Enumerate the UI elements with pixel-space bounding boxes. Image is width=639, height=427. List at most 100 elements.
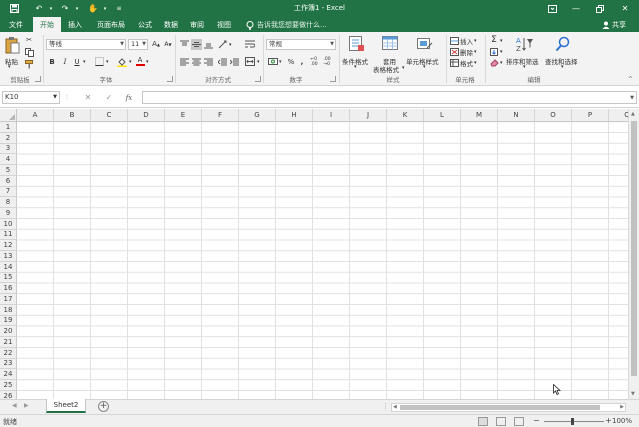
row-header[interactable]: 16 xyxy=(0,283,17,294)
row-header[interactable]: 17 xyxy=(0,294,17,305)
delete-cells-label[interactable]: 删除 xyxy=(460,47,473,57)
column-header[interactable]: N xyxy=(498,109,535,122)
share-button[interactable]: 共享 xyxy=(602,19,626,31)
align-left-icon[interactable] xyxy=(179,56,190,67)
delete-dropdown-icon[interactable]: ▾ xyxy=(474,49,477,55)
sheet-tab[interactable]: Sheet2 xyxy=(46,399,86,413)
row-header[interactable]: 21 xyxy=(0,337,17,348)
merge-dropdown-icon[interactable]: ▾ xyxy=(257,59,260,65)
insert-dropdown-icon[interactable]: ▾ xyxy=(474,38,477,44)
row-header[interactable]: 3 xyxy=(0,143,17,155)
copy-icon[interactable] xyxy=(24,47,36,57)
tab-page-layout[interactable]: 页面布局 xyxy=(90,17,132,32)
row-header[interactable]: 18 xyxy=(0,304,17,316)
worksheet-grid[interactable]: ABCDEFGHIJKLMNOPQ 1 2 3 4 5 6 7 8 9 10 11 12 13 14 15 1… xyxy=(0,109,628,399)
row-header[interactable]: 26 xyxy=(0,390,17,399)
column-header[interactable]: F xyxy=(202,109,239,122)
fill-dropdown-icon[interactable]: ▾ xyxy=(500,49,503,55)
tab-data[interactable]: 数据 xyxy=(160,17,182,32)
number-launcher-icon[interactable] xyxy=(330,76,336,82)
vertical-scroll-thumb[interactable] xyxy=(631,121,637,376)
paste-icon[interactable] xyxy=(4,35,20,55)
column-header[interactable]: P xyxy=(572,109,609,122)
column-header[interactable]: K xyxy=(387,109,424,122)
font-size-combo[interactable]: 11 ▼ xyxy=(128,39,148,50)
row-header[interactable]: 23 xyxy=(0,358,17,370)
merge-center-icon[interactable] xyxy=(244,56,256,67)
column-header[interactable]: Q xyxy=(609,109,628,122)
formula-input[interactable] xyxy=(142,91,637,104)
restore-icon[interactable] xyxy=(589,1,611,16)
clipboard-launcher-icon[interactable] xyxy=(35,76,41,82)
column-header[interactable]: L xyxy=(424,109,461,122)
middle-align-icon[interactable] xyxy=(191,39,202,50)
column-header[interactable]: H xyxy=(276,109,313,122)
row-header[interactable]: 5 xyxy=(0,165,17,176)
tab-file[interactable]: 文件 xyxy=(2,17,30,32)
conditional-dropdown-icon[interactable]: ▾ xyxy=(354,64,357,70)
format-as-table-icon[interactable] xyxy=(380,35,400,53)
formula-bar-resize-icon[interactable]: ⋮ xyxy=(64,91,70,104)
column-header[interactable]: C xyxy=(91,109,128,122)
paste-dropdown-icon[interactable]: ▾ xyxy=(8,64,11,70)
zoom-in-icon[interactable]: + xyxy=(605,416,612,425)
autosum-icon[interactable]: Σ xyxy=(489,35,499,45)
align-right-icon[interactable] xyxy=(203,56,214,67)
insert-cells-icon[interactable] xyxy=(449,36,459,45)
row-header[interactable]: 22 xyxy=(0,347,17,359)
cell-area[interactable] xyxy=(17,122,628,399)
name-box[interactable]: K10 ▼ xyxy=(2,91,60,104)
page-break-view-icon[interactable] xyxy=(514,417,524,426)
accounting-format-icon[interactable] xyxy=(267,56,279,67)
paste-label[interactable]: 粘贴 xyxy=(5,56,18,66)
delete-cells-icon[interactable] xyxy=(449,47,459,56)
row-header[interactable]: 6 xyxy=(0,175,17,187)
enter-entry-button[interactable]: ✓ xyxy=(103,91,115,104)
comma-button[interactable]: , xyxy=(298,56,306,67)
row-header[interactable]: 10 xyxy=(0,218,17,230)
expand-formula-bar-icon[interactable]: ▼ xyxy=(628,91,636,104)
page-layout-view-icon[interactable] xyxy=(496,417,506,426)
bottom-align-icon[interactable] xyxy=(203,39,214,50)
decrease-decimal-icon[interactable]: .00 →0 xyxy=(321,56,333,67)
prev-sheet-icon[interactable]: ◀ xyxy=(12,402,17,409)
decrease-indent-icon[interactable] xyxy=(217,56,228,67)
next-sheet-icon[interactable]: ▶ xyxy=(24,402,29,409)
fill-down-icon[interactable] xyxy=(489,47,499,56)
column-header[interactable]: B xyxy=(54,109,91,122)
column-header[interactable]: E xyxy=(165,109,202,122)
format-cells-icon[interactable] xyxy=(449,58,459,67)
format-dropdown-icon[interactable]: ▾ xyxy=(474,60,477,66)
row-header[interactable]: 7 xyxy=(0,186,17,198)
horizontal-scroll-thumb[interactable] xyxy=(400,405,600,410)
fill-dropdown-icon[interactable]: ▾ xyxy=(129,59,132,65)
conditional-format-icon[interactable] xyxy=(347,35,367,53)
vertical-scrollbar[interactable]: ▲ ▼ xyxy=(628,109,639,399)
zoom-out-icon[interactable]: − xyxy=(533,416,540,425)
column-header[interactable]: J xyxy=(350,109,387,122)
select-all-corner[interactable] xyxy=(0,109,17,122)
row-header[interactable]: 9 xyxy=(0,208,17,219)
format-table-label-2[interactable]: 表格格式 xyxy=(373,64,399,74)
grow-font-icon[interactable]: A ▲ xyxy=(151,38,161,50)
tab-formulas[interactable]: 公式 xyxy=(134,17,156,32)
clear-eraser-icon[interactable] xyxy=(489,58,499,67)
tab-view[interactable]: 视图 xyxy=(213,17,235,32)
insert-cells-label[interactable]: 插入 xyxy=(460,36,473,46)
accounting-dropdown-icon[interactable]: ▾ xyxy=(279,59,282,65)
orientation-icon[interactable] xyxy=(217,39,229,50)
row-header[interactable]: 14 xyxy=(0,261,17,273)
clear-dropdown-icon[interactable]: ▾ xyxy=(500,60,503,66)
scroll-down-icon[interactable]: ▼ xyxy=(631,391,635,397)
horizontal-scrollbar[interactable]: ◀ ▶ xyxy=(391,403,626,412)
fill-color-icon[interactable] xyxy=(116,56,128,67)
column-header[interactable]: D xyxy=(128,109,165,122)
percent-button[interactable]: % xyxy=(286,56,296,67)
row-header[interactable]: 19 xyxy=(0,315,17,327)
row-header[interactable]: 1 xyxy=(0,122,17,133)
insert-function-button[interactable]: fx xyxy=(123,91,135,104)
increase-decimal-icon[interactable]: ←0.00 xyxy=(308,56,320,67)
sort-filter-icon[interactable]: AZ xyxy=(515,35,535,53)
column-header[interactable]: O xyxy=(535,109,572,122)
add-sheet-button[interactable]: + xyxy=(98,401,109,412)
